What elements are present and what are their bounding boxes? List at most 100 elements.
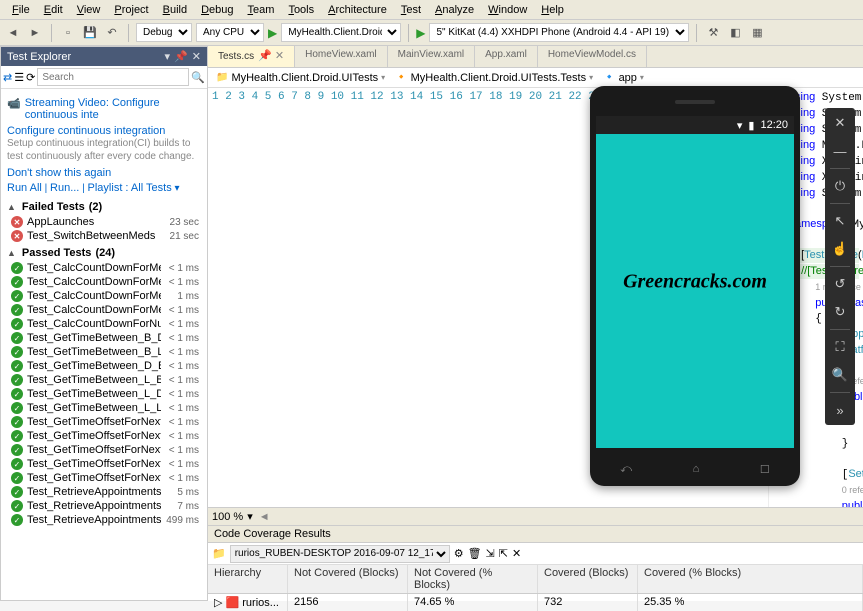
test-item[interactable]: ✓Test_RetrieveAppointments_Whe...5 ms (7, 485, 201, 499)
emu-zoom-icon[interactable]: 🔍 (829, 364, 851, 386)
cov-export-icon[interactable]: ⇲ (486, 547, 495, 560)
menu-build[interactable]: Build (157, 2, 193, 17)
passed-tests-group[interactable]: ▲Passed Tests (24) (7, 243, 201, 261)
back-nav-icon[interactable]: ⤺ (620, 463, 632, 476)
start-device-icon[interactable]: ▶ (416, 26, 425, 40)
crumb-project[interactable]: 📁 MyHealth.Client.Droid.UITests▾ (212, 72, 389, 84)
emu-rotate-left-icon[interactable]: ↺ (829, 273, 851, 295)
emu-minimize-icon[interactable]: — (829, 140, 851, 162)
test-item[interactable]: ✓Test_RetrieveAppointments_Whe...7 ms (7, 499, 201, 513)
test-item[interactable]: ✓Test_GetTimeOffsetForNextPill...< 1 ms (7, 415, 201, 429)
menu-debug[interactable]: Debug (195, 2, 239, 17)
cov-cfg-icon[interactable]: ⚙ (454, 547, 464, 560)
emu-touch-icon[interactable]: ☝ (829, 238, 851, 260)
playlist-link[interactable]: Playlist : All Tests (88, 182, 172, 194)
failed-tests-group[interactable]: ▲Failed Tests (2) (7, 197, 201, 215)
save-icon[interactable]: 💾 (81, 24, 99, 42)
home-nav-icon[interactable]: ⌂ (693, 463, 700, 476)
forward-icon[interactable]: ► (26, 24, 44, 42)
stream-icon: 📹 (7, 97, 21, 110)
test-explorer-panel: Test Explorer ▾📌✕ ⇄ ☰ ⟳ 🔍 📹 Streaming Vi… (0, 46, 208, 601)
run-all-link[interactable]: Run All (7, 182, 42, 194)
tool2-icon[interactable]: ◧ (726, 24, 744, 42)
test-item[interactable]: ✓Test_GetTimeBetween_B_L< 1 ms (7, 345, 201, 359)
close-icon[interactable]: ✕ (192, 50, 201, 63)
tool-icon[interactable]: ⚒ (704, 24, 722, 42)
menu-file[interactable]: File (6, 2, 36, 17)
test-item[interactable]: ✓Test_GetTimeBetween_B_D< 1 ms (7, 331, 201, 345)
emu-close-icon[interactable]: ✕ (829, 112, 851, 134)
pin2-icon[interactable]: 📌 (174, 50, 188, 63)
filter-icon[interactable]: ☰ (14, 71, 24, 84)
menu-project[interactable]: Project (108, 2, 154, 17)
cov-close-icon[interactable]: ✕ (512, 547, 521, 560)
tab-tests-cs[interactable]: Tests.cs📌 ✕ (208, 46, 295, 67)
emu-more-icon[interactable]: » (829, 399, 851, 421)
zoom-level[interactable]: 100 % (212, 511, 243, 523)
start-icon[interactable]: ▶ (268, 26, 277, 40)
emu-fit-icon[interactable]: ⛶ (829, 336, 851, 358)
device-select[interactable]: 5" KitKat (4.4) XXHDPI Phone (Android 4.… (429, 23, 689, 42)
test-item[interactable]: ✓Test_GetTimeOffsetForNextPill...< 1 ms (7, 429, 201, 443)
test-item[interactable]: ✓Test_CalcCountDownForMed_Pref...1 ms (7, 289, 201, 303)
emu-pointer-icon[interactable]: ↖ (829, 210, 851, 232)
cov-del-icon[interactable]: 🗑 (468, 547, 482, 560)
test-item[interactable]: ✓Test_GetTimeOffsetForNextPill...< 1 ms (7, 471, 201, 485)
dont-show-link[interactable]: Don't show this again (7, 163, 201, 179)
menu-help[interactable]: Help (535, 2, 570, 17)
tab-mainview-xaml[interactable]: MainView.xaml (388, 46, 476, 67)
menu-edit[interactable]: Edit (38, 2, 69, 17)
run-link[interactable]: Run... (50, 182, 79, 194)
menu-view[interactable]: View (71, 2, 107, 17)
emu-rotate-right-icon[interactable]: ↻ (829, 301, 851, 323)
test-item[interactable]: ✓Test_GetTimeBetween_D_B< 1 ms (7, 359, 201, 373)
crumb-member[interactable]: 🔹 app▾ (599, 72, 648, 84)
test-item[interactable]: ✓Test_GetTimeBetween_L_D< 1 ms (7, 387, 201, 401)
test-item[interactable]: ✓Test_CalcCountDownForMedN...< 1 ms (7, 303, 201, 317)
undo-icon[interactable]: ↶ (103, 24, 121, 42)
menu-team[interactable]: Team (242, 2, 281, 17)
test-item[interactable]: ✓Test_CalcCountDownForNullMed< 1 ms (7, 317, 201, 331)
menu-test[interactable]: Test (395, 2, 427, 17)
search-icon[interactable]: 🔍 (191, 71, 205, 84)
cov-import-icon[interactable]: 📁 (212, 547, 226, 560)
tab-app-xaml[interactable]: App.xaml (475, 46, 538, 67)
crumb-namespace[interactable]: 🔸 MyHealth.Client.Droid.UITests.Tests▾ (391, 72, 597, 84)
streaming-banner[interactable]: 📹 Streaming Video: Configure continuous … (7, 93, 201, 125)
menu-analyze[interactable]: Analyze (429, 2, 480, 17)
test-item[interactable]: ✓Test_GetTimeBetween_L_B< 1 ms (7, 373, 201, 387)
test-item[interactable]: ✓Test_GetTimeOffsetForNextPill...< 1 ms (7, 457, 201, 471)
test-item[interactable]: ✓Test_GetTimeOffsetForNextPill...< 1 ms (7, 443, 201, 457)
menu-tools[interactable]: Tools (282, 2, 320, 17)
test-explorer-toolbar: ⇄ ☰ ⟳ 🔍 (1, 66, 207, 89)
new-icon[interactable]: ▫ (59, 24, 77, 42)
test-item[interactable]: ✓Test_CalcCountDownForMed_P...< 1 ms (7, 261, 201, 275)
coverage-run-select[interactable]: rurios_RUBEN-DESKTOP 2016-09-07 12_17_ (230, 545, 450, 563)
configure-ci-link[interactable]: Configure continuous integration (7, 125, 201, 137)
android-emulator: ▾ ▮ 12:20 Greencracks.com ⤺ ⌂ ☐ (590, 86, 812, 526)
test-item[interactable]: ✓Test_RetrieveAppointments_Whe...499 ms (7, 513, 201, 527)
tab-homeview-xaml[interactable]: HomeView.xaml (295, 46, 388, 67)
refresh-icon[interactable]: ⟳ (26, 71, 35, 84)
start-target-select[interactable]: MyHealth.Client.Droid (281, 23, 401, 42)
test-item[interactable]: ✓Test_GetTimeBetween_L_L< 1 ms (7, 401, 201, 415)
menu-architecture[interactable]: Architecture (322, 2, 393, 17)
search-input[interactable] (37, 68, 189, 86)
test-item[interactable]: ✕AppLaunches23 sec (7, 215, 201, 229)
pin-icon[interactable]: ▾ (165, 50, 171, 63)
test-item[interactable]: ✕Test_SwitchBetweenMeds21 sec (7, 229, 201, 243)
menu-window[interactable]: Window (482, 2, 533, 17)
emulator-screen[interactable]: ▾ ▮ 12:20 Greencracks.com (596, 116, 794, 448)
battery-icon: ▮ (748, 119, 754, 132)
tab-homeviewmodel-cs[interactable]: HomeViewModel.cs (538, 46, 647, 67)
tool3-icon[interactable]: ▦ (748, 24, 766, 42)
config-select[interactable]: Debug (136, 23, 192, 42)
back-icon[interactable]: ◄ (4, 24, 22, 42)
recent-nav-icon[interactable]: ☐ (760, 463, 770, 476)
test-item[interactable]: ✓Test_CalcCountDownForMed_P...< 1 ms (7, 275, 201, 289)
watermark: Greencracks.com (623, 271, 767, 294)
cov-import2-icon[interactable]: ⇱ (499, 547, 508, 560)
platform-select[interactable]: Any CPU (196, 23, 264, 42)
emu-power-icon[interactable]: ⏻ (829, 175, 851, 197)
group-tests-icon[interactable]: ⇄ (3, 71, 12, 84)
